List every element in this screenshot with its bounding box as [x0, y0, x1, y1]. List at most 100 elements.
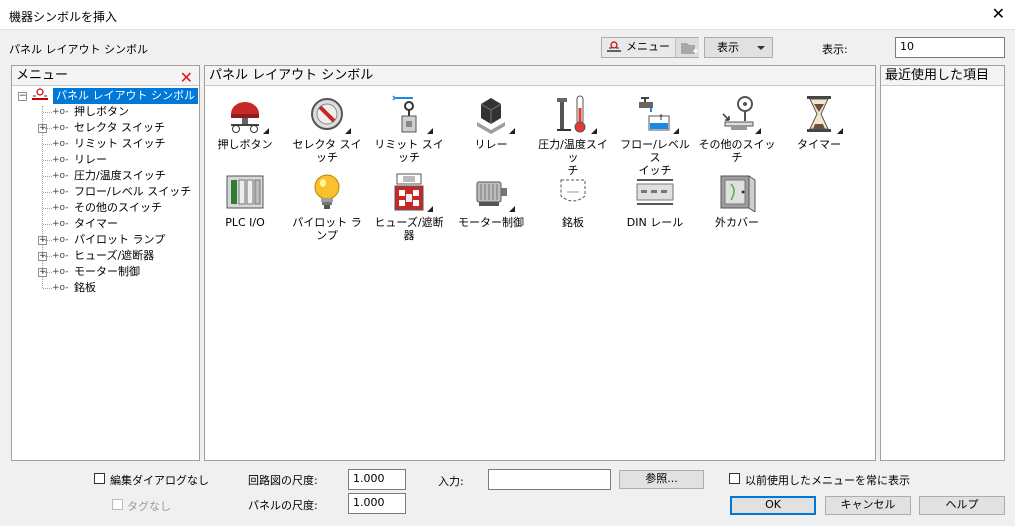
- symbol-label: パイロット ランプ: [292, 216, 362, 242]
- browse-button[interactable]: 参照...: [619, 470, 704, 489]
- din-rail-icon: [635, 172, 675, 212]
- no-edit-dialog-label: 編集ダイアログなし: [110, 474, 209, 487]
- tree-branch: [43, 144, 52, 145]
- folder-add-icon[interactable]: [675, 38, 699, 57]
- no-tag-label: タグなし: [127, 500, 171, 513]
- tree-branch: [43, 288, 52, 289]
- panel-scale-label: パネルの尺度:: [248, 499, 318, 512]
- tree-item-label: その他のスイッチ: [74, 201, 162, 214]
- pressure-temperature-switch-icon: [553, 94, 597, 134]
- tree-branch: [43, 256, 52, 257]
- symbol-label: リミット スイッチ: [374, 138, 444, 164]
- tree-branch: [43, 240, 52, 241]
- always-show-prev-menu-checkbox[interactable]: [729, 473, 740, 484]
- symbol-label: モーター制御: [458, 216, 524, 229]
- symbol-item[interactable]: タイマー: [779, 94, 859, 151]
- delete-icon[interactable]: ✕: [180, 68, 193, 87]
- help-button[interactable]: ヘルプ: [919, 496, 1005, 515]
- submenu-indicator-icon: [755, 128, 761, 134]
- close-icon[interactable]: ✕: [992, 4, 1005, 24]
- symbol-item[interactable]: セレクタ スイッチ: [287, 94, 367, 164]
- display-button-label: 表示: [717, 41, 739, 54]
- tree-item-label: タイマー: [74, 217, 118, 230]
- contact-icon: +o-: [52, 107, 69, 117]
- symbol-label: 押しボタン: [217, 138, 273, 151]
- no-tag-checkbox[interactable]: [112, 499, 123, 510]
- cancel-button[interactable]: キャンセル: [825, 496, 911, 515]
- push-button-icon: [225, 94, 269, 134]
- contact-icon: +o-: [52, 155, 69, 165]
- display-size-label: 表示:: [822, 43, 848, 56]
- symbol-label: DIN レール: [626, 216, 684, 229]
- symbol-item[interactable]: ヒューズ/遮断器: [369, 172, 449, 242]
- symbol-item[interactable]: リミット スイッチ: [369, 94, 449, 164]
- submenu-indicator-icon: [509, 206, 515, 212]
- tree-branch: [43, 112, 52, 113]
- symbol-item[interactable]: リレー: [451, 94, 531, 151]
- tree-item-label: モーター制御: [74, 265, 140, 278]
- menu-button[interactable]: メニュー: [601, 37, 699, 58]
- symbol-item[interactable]: PLC I/O: [205, 172, 285, 229]
- submenu-indicator-icon: [509, 128, 515, 134]
- symbol-label: ヒューズ/遮断器: [374, 216, 444, 242]
- symbol-item[interactable]: パイロット ランプ: [287, 172, 367, 242]
- tree-branch: [43, 224, 52, 225]
- tree-branch: [43, 208, 52, 209]
- tree-item-label: リミット スイッチ: [74, 137, 166, 150]
- display-size-input[interactable]: 10: [895, 37, 1005, 58]
- contact-icon: +o-: [52, 267, 69, 277]
- section-label: パネル レイアウト シンボル: [9, 43, 148, 56]
- collapse-icon[interactable]: −: [18, 92, 27, 101]
- symbol-item[interactable]: その他のスイッチ: [697, 94, 777, 164]
- symbol-label: PLC I/O: [225, 216, 265, 229]
- panel-scale-input[interactable]: 1.000: [348, 493, 406, 514]
- tree-item-label: 銘板: [74, 281, 96, 294]
- other-switch-icon: [717, 94, 761, 134]
- motor-control-icon: [471, 172, 515, 212]
- tree-item-label: パネル レイアウト シンボル: [53, 88, 198, 104]
- menu-button-label: メニュー: [626, 40, 670, 53]
- submenu-indicator-icon: [427, 128, 433, 134]
- flow-level-switch-icon: [635, 94, 679, 134]
- menu-panel-header: メニュー ✕: [12, 66, 199, 87]
- symbol-item[interactable]: 押しボタン: [205, 94, 285, 151]
- input-label: 入力:: [438, 475, 464, 488]
- symbol-item[interactable]: 圧力/温度スイッ チ: [533, 94, 613, 177]
- title-bar: 機器シンボルを挿入 ✕: [0, 0, 1015, 30]
- symbol-item[interactable]: 外カバー: [697, 172, 777, 229]
- symbol-label: リレー: [474, 138, 508, 151]
- relay-icon: [471, 94, 515, 134]
- input-field[interactable]: [488, 469, 611, 490]
- symbol-item[interactable]: フロー/レベル ス イッチ: [615, 94, 695, 177]
- submenu-indicator-icon: [345, 128, 351, 134]
- symbol-item[interactable]: 銘板: [533, 172, 613, 229]
- submenu-indicator-icon: [837, 128, 843, 134]
- contact-icon: +o-: [52, 283, 69, 293]
- contact-icon: +o-: [52, 203, 69, 213]
- tree-item-label: リレー: [74, 153, 107, 166]
- symbol-item[interactable]: モーター制御: [451, 172, 531, 229]
- symbol-label: 外カバー: [715, 216, 759, 229]
- symbols-panel-header: パネル レイアウト シンボル: [205, 66, 875, 86]
- pilot-lamp-icon: [307, 172, 347, 212]
- menu-icon: [607, 41, 621, 52]
- contact-icon: +o-: [52, 251, 69, 261]
- plc-io-icon: [225, 172, 265, 212]
- ok-button[interactable]: OK: [730, 496, 816, 515]
- schematic-scale-input[interactable]: 1.000: [348, 469, 406, 490]
- symbol-label: 銘板: [562, 216, 584, 229]
- submenu-indicator-icon: [591, 128, 597, 134]
- tree-item-label: ヒューズ/遮断器: [74, 249, 155, 262]
- display-button[interactable]: 表示: [704, 37, 773, 58]
- submenu-indicator-icon: [427, 206, 433, 212]
- limit-switch-icon: [389, 94, 433, 134]
- submenu-indicator-icon: [263, 128, 269, 134]
- symbol-item[interactable]: DIN レール: [615, 172, 695, 229]
- tree-branch: [43, 176, 52, 177]
- chevron-down-icon: [757, 46, 765, 50]
- tree-branch: [43, 192, 52, 193]
- no-edit-dialog-checkbox[interactable]: [94, 473, 105, 484]
- tree-item-label: セレクタ スイッチ: [74, 121, 166, 134]
- contact-icon: +o-: [52, 139, 69, 149]
- contact-icon: +o-: [52, 187, 69, 197]
